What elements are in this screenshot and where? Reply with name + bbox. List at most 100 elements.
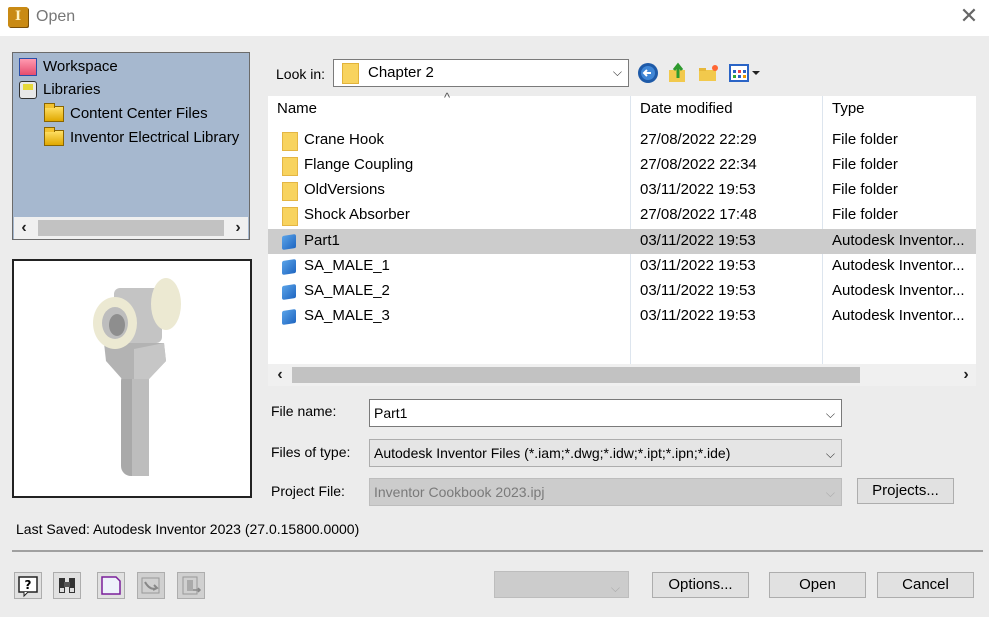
folder-icon: [282, 182, 298, 201]
help-button[interactable]: ?: [14, 572, 42, 599]
folder-icon: [282, 207, 298, 226]
inventor-part-icon: [282, 309, 296, 325]
help-icon: ?: [18, 576, 38, 598]
files-of-type-label: Files of type:: [271, 444, 351, 460]
file-type: Autodesk Inventor...: [832, 257, 965, 274]
locations-tree[interactable]: Workspace Libraries Content Center Files…: [12, 52, 250, 240]
workspace-icon: [19, 58, 37, 76]
file-date: 27/08/2022 22:34: [640, 156, 757, 173]
file-name-input[interactable]: Part1 ⌵: [369, 399, 842, 427]
libraries-icon: [19, 81, 37, 99]
file-date: 03/11/2022 19:53: [640, 307, 756, 324]
folder-icon: [282, 157, 298, 176]
cancel-button[interactable]: Cancel: [877, 572, 974, 598]
file-row-sa-male-3[interactable]: SA_MALE_3 03/11/2022 19:53 Autodesk Inve…: [268, 304, 976, 329]
file-name: Part1: [304, 232, 340, 249]
column-header-name[interactable]: Name: [277, 100, 317, 117]
svg-text:?: ?: [25, 578, 32, 592]
import-icon: [141, 577, 160, 594]
file-type: Autodesk Inventor...: [832, 232, 965, 249]
options-button[interactable]: Options...: [652, 572, 749, 598]
file-list-horizontal-scrollbar[interactable]: ‹ ›: [268, 364, 976, 386]
file-name: SA_MALE_3: [304, 307, 390, 324]
autodesk-inventor-icon: I: [8, 7, 28, 27]
look-in-label: Look in:: [276, 66, 326, 82]
file-row-sa-male-2[interactable]: SA_MALE_2 03/11/2022 19:53 Autodesk Inve…: [268, 279, 976, 304]
new-folder-icon[interactable]: [698, 62, 720, 84]
file-name-value: Part1: [374, 405, 408, 421]
part-preview-image: [93, 278, 181, 476]
tree-item-inventor-electrical-library[interactable]: Inventor Electrical Library: [44, 127, 239, 149]
folder-icon: [342, 63, 359, 84]
chevron-down-icon: ⌵: [612, 65, 622, 79]
file-row-part1-selected[interactable]: Part1 03/11/2022 19:53 Autodesk Inventor…: [268, 229, 976, 254]
files-of-type-dropdown[interactable]: Autodesk Inventor Files (*.iam;*.dwg;*.i…: [369, 439, 842, 467]
chevron-down-icon: ⌵: [610, 581, 620, 595]
chevron-down-icon: ⌵: [825, 486, 835, 500]
file-date: 03/11/2022 19:53: [640, 181, 756, 198]
disabled-dropdown: ⌵: [494, 571, 629, 598]
file-name-label: File name:: [271, 403, 337, 419]
inventor-part-icon: [282, 284, 296, 300]
tree-item-workspace[interactable]: Workspace: [19, 56, 118, 78]
project-file-label: Project File:: [271, 483, 345, 499]
open-button[interactable]: Open: [769, 572, 866, 598]
window-title: Open: [36, 8, 76, 25]
tree-item-content-center-files[interactable]: Content Center Files: [44, 103, 208, 125]
new-file-button[interactable]: [97, 572, 125, 599]
inventor-part-icon: [282, 234, 296, 250]
scroll-right-icon[interactable]: ›: [956, 364, 976, 386]
find-icon: [59, 578, 75, 593]
column-header-type[interactable]: Type: [832, 100, 865, 117]
tree-item-libraries[interactable]: Libraries: [19, 79, 101, 101]
file-type: File folder: [832, 181, 898, 198]
file-row-crane-hook[interactable]: Crane Hook 27/08/2022 22:29 File folder: [268, 128, 976, 153]
close-icon[interactable]: ✕: [957, 4, 981, 28]
file-date: 03/11/2022 19:53: [640, 232, 756, 249]
inventor-part-icon: [282, 259, 296, 275]
file-name: SA_MALE_1: [304, 257, 390, 274]
view-menu-icon[interactable]: [729, 62, 763, 84]
look-in-dropdown[interactable]: Chapter 2 ⌵: [333, 59, 629, 87]
scroll-thumb[interactable]: [38, 220, 224, 236]
scroll-left-icon[interactable]: ‹: [270, 364, 290, 386]
folder-icon: [282, 132, 298, 151]
look-in-value: Chapter 2: [368, 64, 434, 81]
file-name: Crane Hook: [304, 131, 385, 148]
tree-item-label: Workspace: [43, 58, 118, 75]
column-header-date-modified[interactable]: Date modified: [640, 100, 733, 117]
up-folder-icon[interactable]: [667, 62, 689, 84]
file-row-sa-male-1[interactable]: SA_MALE_1 03/11/2022 19:53 Autodesk Inve…: [268, 254, 976, 279]
chevron-down-icon: ⌵: [825, 447, 835, 461]
scroll-left-icon[interactable]: ‹: [14, 217, 34, 239]
title-bar: I Open ✕: [0, 0, 989, 36]
file-list[interactable]: ^ Name Date modified Type Crane Hook 27/…: [268, 90, 976, 364]
new-file-icon: [101, 576, 121, 595]
file-row-oldversions[interactable]: OldVersions 03/11/2022 19:53 File folder: [268, 178, 976, 203]
import-button: [137, 572, 165, 599]
tree-item-label: Inventor Electrical Library: [70, 129, 240, 146]
file-preview: [12, 259, 252, 498]
file-type: Autodesk Inventor...: [832, 282, 965, 299]
chevron-down-icon[interactable]: ⌵: [826, 401, 835, 427]
folder-icon: [44, 103, 64, 122]
scroll-right-icon[interactable]: ›: [228, 217, 248, 239]
folder-icon: [44, 127, 64, 146]
file-date: 27/08/2022 17:48: [640, 206, 757, 223]
file-type: File folder: [832, 131, 898, 148]
divider: [12, 550, 983, 552]
tree-item-label: Libraries: [43, 81, 101, 98]
scroll-thumb[interactable]: [292, 367, 860, 383]
file-date: 03/11/2022 19:53: [640, 257, 756, 274]
file-row-flange-coupling[interactable]: Flange Coupling 27/08/2022 22:34 File fo…: [268, 153, 976, 178]
projects-button[interactable]: Projects...: [857, 478, 954, 504]
file-name: SA_MALE_2: [304, 282, 390, 299]
back-icon[interactable]: [637, 62, 659, 84]
file-row-shock-absorber[interactable]: Shock Absorber 27/08/2022 17:48 File fol…: [268, 203, 976, 228]
find-button[interactable]: [53, 572, 81, 599]
tree-horizontal-scrollbar[interactable]: ‹ ›: [14, 217, 248, 239]
project-file-value: Inventor Cookbook 2023.ipj: [374, 484, 545, 500]
sort-ascending-icon: ^: [444, 90, 451, 105]
file-name: OldVersions: [304, 181, 385, 198]
export-icon: [182, 576, 202, 595]
